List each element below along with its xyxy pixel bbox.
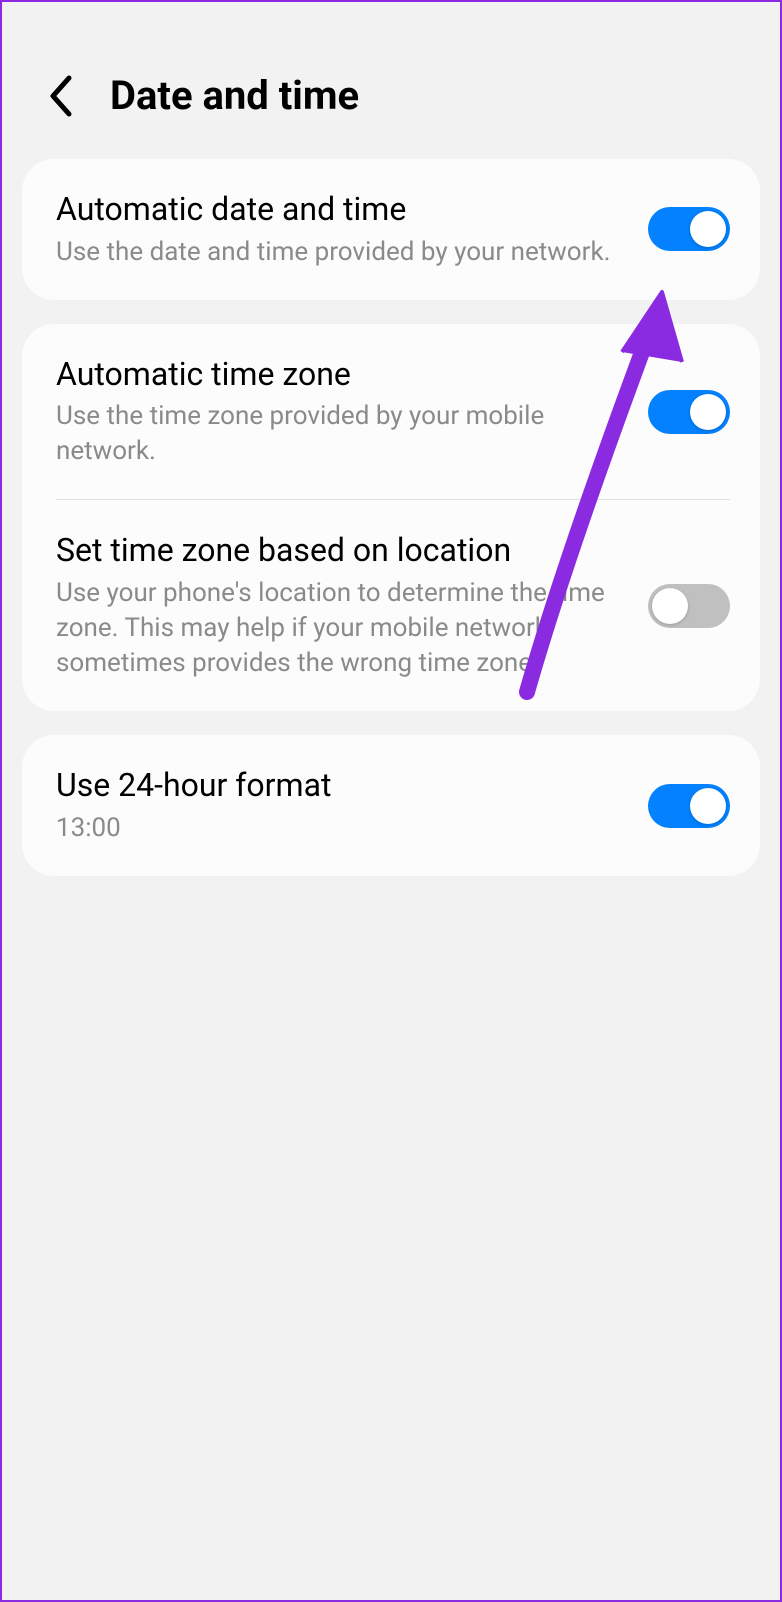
setting-desc: Use the date and time provided by your n… (56, 235, 628, 270)
toggle-knob (690, 788, 726, 824)
setting-title: Automatic date and time (56, 189, 628, 231)
toggle-knob (690, 211, 726, 247)
setting-desc: 13:00 (56, 811, 628, 846)
setting-desc: Use the time zone provided by your mobil… (56, 399, 628, 469)
toggle-knob (652, 588, 688, 624)
section-auto-date-time: Automatic date and time Use the date and… (22, 159, 760, 300)
setting-auto-time-zone[interactable]: Automatic time zone Use the time zone pr… (22, 324, 760, 500)
toggle-location-time-zone[interactable] (648, 584, 730, 628)
page-title: Date and time (110, 72, 359, 119)
setting-title: Automatic time zone (56, 354, 628, 396)
toggle-24h-format[interactable] (648, 784, 730, 828)
setting-title: Set time zone based on location (56, 530, 628, 572)
setting-desc: Use your phone's location to determine t… (56, 576, 628, 681)
chevron-left-icon (47, 74, 75, 118)
setting-text: Automatic date and time Use the date and… (56, 189, 628, 270)
toggle-auto-time-zone[interactable] (648, 390, 730, 434)
toggle-knob (690, 394, 726, 430)
setting-location-time-zone[interactable]: Set time zone based on location Use your… (56, 499, 730, 711)
setting-24h-format[interactable]: Use 24-hour format 13:00 (22, 735, 760, 876)
section-24h-format: Use 24-hour format 13:00 (22, 735, 760, 876)
setting-auto-date-time[interactable]: Automatic date and time Use the date and… (22, 159, 760, 300)
header: Date and time (2, 2, 780, 159)
setting-text: Use 24-hour format 13:00 (56, 765, 628, 846)
toggle-auto-date-time[interactable] (648, 207, 730, 251)
setting-text: Set time zone based on location Use your… (56, 530, 628, 681)
setting-text: Automatic time zone Use the time zone pr… (56, 354, 628, 470)
setting-title: Use 24-hour format (56, 765, 628, 807)
section-time-zone: Automatic time zone Use the time zone pr… (22, 324, 760, 712)
back-button[interactable] (47, 74, 75, 118)
